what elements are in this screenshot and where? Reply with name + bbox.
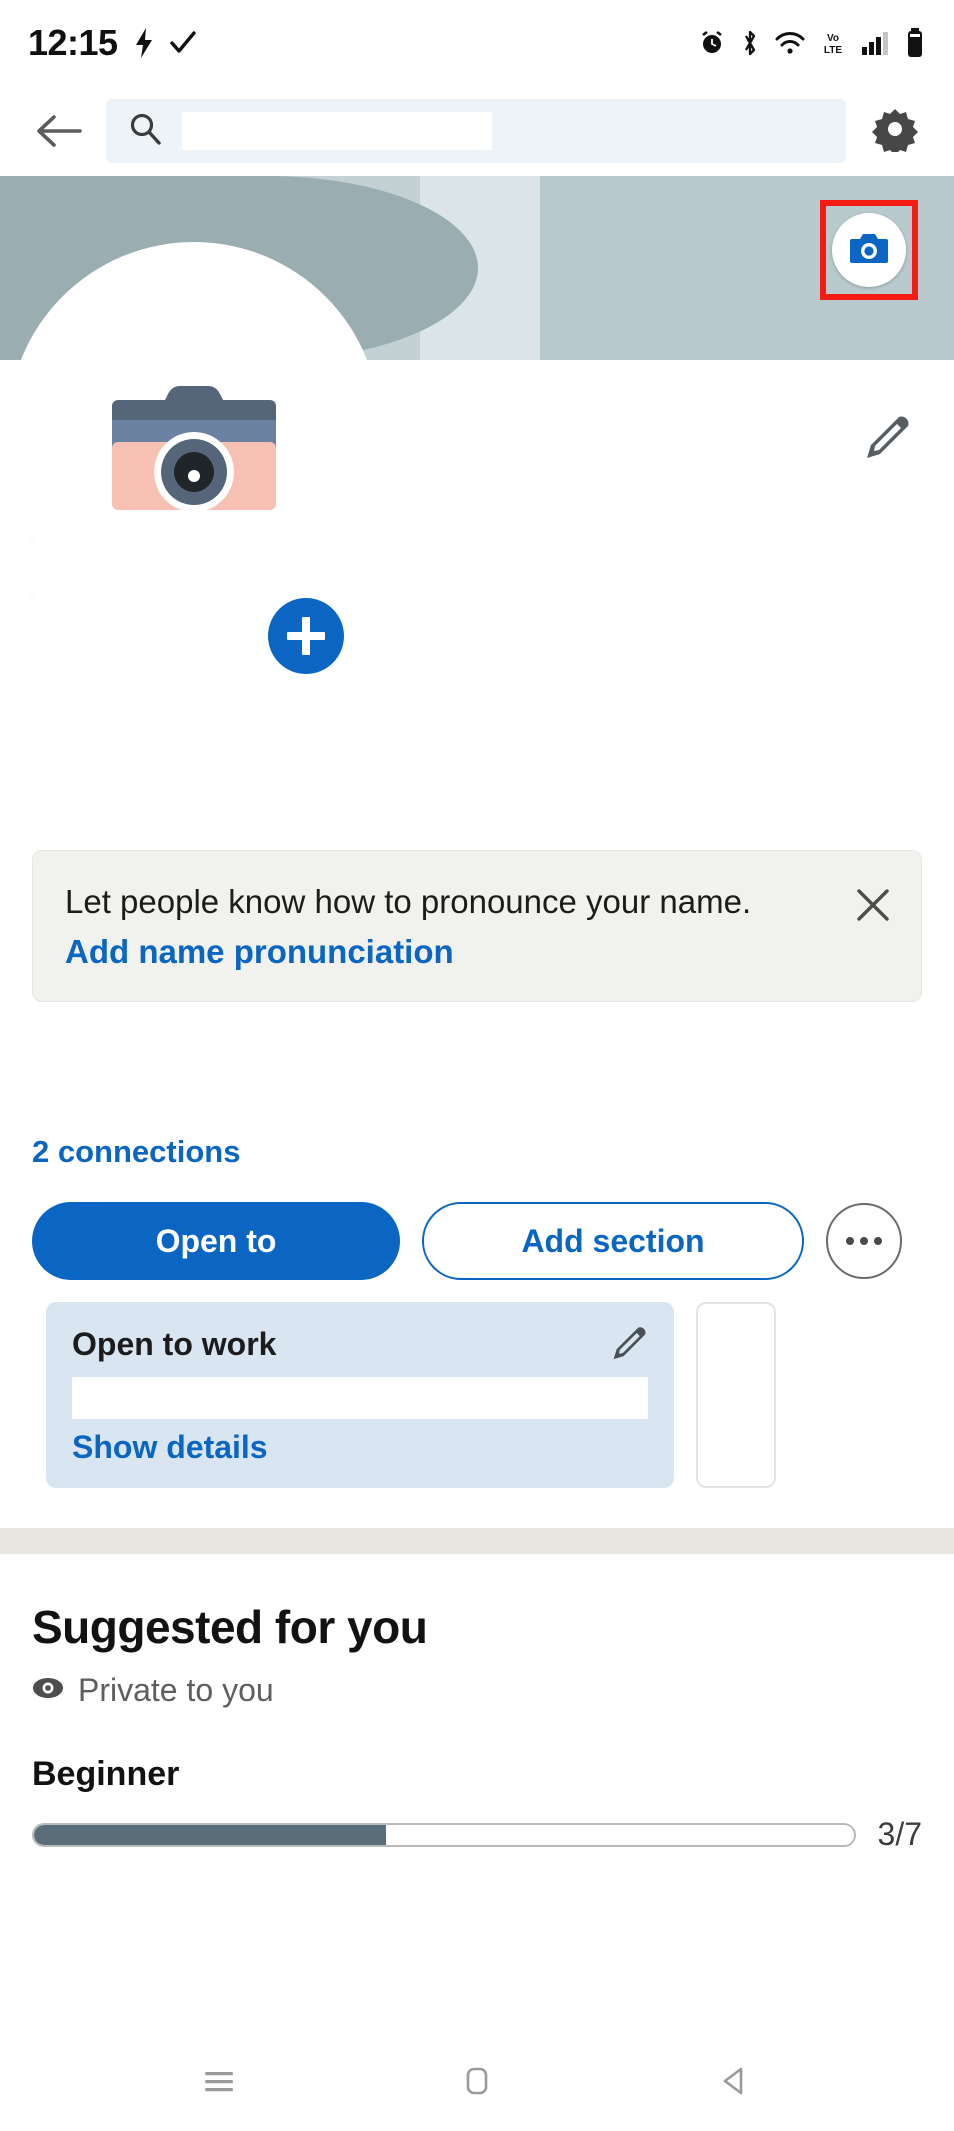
section-divider — [0, 1528, 954, 1555]
camera-icon — [849, 231, 889, 270]
progress-row: 3/7 — [32, 1816, 922, 1853]
search-input[interactable] — [182, 112, 492, 150]
gear-icon — [872, 106, 918, 157]
bluetooth-icon — [740, 29, 760, 57]
search-bar[interactable] — [106, 99, 846, 163]
pencil-icon — [861, 411, 913, 468]
privacy-note: Private to you — [32, 1672, 922, 1709]
status-bar-clock: 12:15 — [28, 22, 118, 63]
add-name-pronunciation-link[interactable]: Add name pronunciation — [65, 933, 821, 971]
eye-icon — [32, 1677, 64, 1704]
more-actions-button[interactable] — [826, 1203, 902, 1280]
open-to-work-detail-redacted — [72, 1377, 648, 1420]
pronunciation-card-body: Let people know how to pronounce your na… — [65, 881, 851, 971]
open-to-cards-carousel[interactable]: Open to work Show details — [0, 1280, 954, 1489]
show-details-link[interactable]: Show details — [72, 1429, 268, 1465]
open-to-work-title: Open to work — [72, 1326, 277, 1363]
search-icon — [128, 112, 162, 151]
home-square-icon — [455, 2059, 499, 2108]
ellipsis-icon — [846, 1237, 882, 1246]
profile-photo[interactable] — [8, 242, 380, 614]
camera-placeholder-icon — [108, 384, 280, 514]
signal-icon — [861, 30, 891, 56]
flash-icon — [134, 28, 154, 58]
volte-icon: Vo LTE — [820, 30, 846, 56]
top-nav-bar — [0, 86, 954, 176]
profile-headline-redacted — [28, 590, 34, 600]
wifi-icon — [775, 30, 805, 56]
profile-spacer — [0, 1002, 954, 1134]
progress-bar — [32, 1822, 856, 1847]
menu-icon — [197, 2059, 241, 2108]
next-card-peek[interactable] — [696, 1302, 776, 1489]
status-bar-right: Vo LTE — [699, 28, 924, 58]
edit-open-to-work-button[interactable] — [606, 1322, 652, 1368]
alarm-icon — [699, 30, 725, 56]
svg-text:LTE: LTE — [824, 45, 842, 56]
progress-count-label: 3/7 — [877, 1816, 922, 1853]
edit-profile-button[interactable] — [856, 408, 918, 470]
progress-bar-fill — [34, 1824, 387, 1845]
profile-action-row: Open to Add section — [0, 1170, 954, 1281]
cover-photo-highlight-box — [820, 200, 918, 300]
home-button[interactable] — [441, 2047, 513, 2119]
add-profile-photo-button[interactable] — [268, 598, 344, 674]
settings-button[interactable] — [864, 100, 926, 162]
back-button[interactable] — [28, 100, 90, 162]
recents-button[interactable] — [183, 2047, 255, 2119]
edit-cover-photo-button[interactable] — [832, 213, 906, 287]
name-pronunciation-card: Let people know how to pronounce your na… — [32, 850, 922, 1003]
pronunciation-card-text: Let people know how to pronounce your na… — [65, 883, 752, 920]
privacy-note-label: Private to you — [78, 1672, 274, 1709]
close-icon — [854, 886, 892, 929]
open-to-button[interactable]: Open to — [32, 1202, 400, 1281]
checkmark-icon — [169, 30, 196, 56]
battery-icon — [906, 28, 924, 58]
profile-header — [0, 242, 954, 850]
connections-count[interactable]: 2 connections — [0, 1134, 954, 1170]
status-bar: 12:15 Vo LTE — [0, 0, 954, 86]
profile-name-redacted — [28, 535, 34, 545]
open-to-work-card[interactable]: Open to work Show details — [46, 1302, 674, 1489]
suggested-for-you-section: Suggested for you Private to you Beginne… — [0, 1554, 954, 1854]
suggested-section-title: Suggested for you — [32, 1601, 428, 1654]
add-section-button[interactable]: Add section — [422, 1202, 804, 1281]
back-triangle-icon — [713, 2059, 757, 2108]
status-bar-left: 12:15 — [28, 22, 196, 64]
back-button-system[interactable] — [699, 2047, 771, 2119]
pencil-icon — [609, 1323, 649, 1368]
svg-text:Vo: Vo — [827, 33, 839, 44]
plus-icon-vertical — [302, 617, 310, 655]
skill-level-label: Beginner — [32, 1755, 180, 1794]
system-navigation-bar — [0, 2035, 954, 2131]
dismiss-pronunciation-card-button[interactable] — [851, 885, 895, 929]
